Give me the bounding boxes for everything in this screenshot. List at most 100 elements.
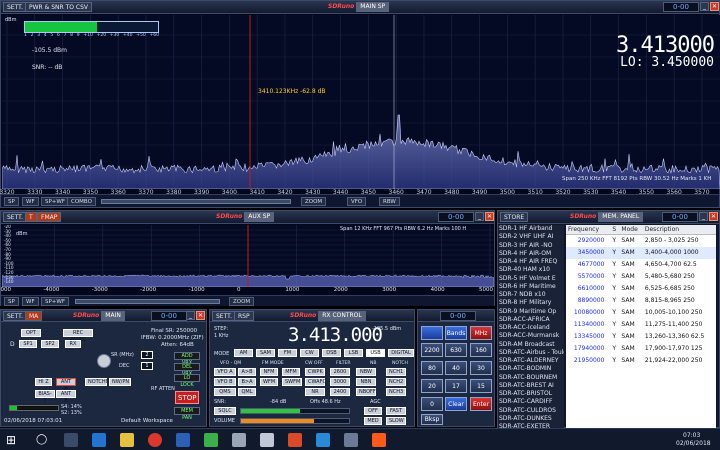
chrome-icon[interactable] bbox=[148, 433, 162, 447]
app-icon-1[interactable] bbox=[176, 433, 190, 447]
memory-bank-item[interactable]: SDR-8 HF Military bbox=[498, 299, 564, 307]
dec-value[interactable]: 1 bbox=[141, 362, 153, 370]
aux-sp-button[interactable]: SP bbox=[4, 297, 19, 306]
mode-button-digital[interactable]: DIGITAL bbox=[388, 349, 414, 357]
close-icon[interactable]: ✕ bbox=[709, 212, 718, 221]
app-icon-5[interactable] bbox=[288, 433, 302, 447]
mode-button-dsb[interactable]: DSB bbox=[322, 349, 341, 357]
keypad-key[interactable]: 0 bbox=[421, 397, 443, 411]
b-to-a-button[interactable]: B>A bbox=[238, 378, 256, 386]
rx-frequency-display[interactable]: 3.413.000 bbox=[288, 324, 383, 346]
mode-button-sam[interactable]: SAM bbox=[256, 349, 275, 357]
memory-bank-item[interactable]: SDR-4 HF AIR-OM bbox=[498, 250, 564, 258]
keypad-key[interactable]: 630 bbox=[445, 343, 467, 357]
agc-fast-button[interactable]: FAST bbox=[386, 407, 406, 415]
rsp-button[interactable]: RSP bbox=[234, 311, 254, 321]
memory-bank-item[interactable]: SDR-ACC-Murmansk bbox=[498, 332, 564, 340]
col-s[interactable]: S bbox=[610, 225, 620, 235]
keypad-key[interactable]: Clear bbox=[445, 397, 467, 411]
sp-wf-button[interactable]: SP+WF bbox=[41, 197, 70, 206]
keypad-key[interactable]: Bands bbox=[445, 326, 467, 340]
keypad-key[interactable]: 40 bbox=[445, 361, 467, 375]
col-mode[interactable]: Mode bbox=[619, 225, 643, 235]
table-row[interactable]: 3450000 Y SAM 3,400-4,000 1000 bbox=[566, 246, 716, 259]
memory-bank-item[interactable]: SDR-ATC-BREST AI bbox=[498, 382, 564, 390]
del-vrx-button[interactable]: DEL VRX bbox=[174, 363, 200, 377]
aux-wf-button[interactable]: WF bbox=[22, 297, 39, 306]
table-row[interactable]: 13345000 Y SAM 13,260-13,360 62.5 bbox=[566, 331, 716, 343]
keypad-key[interactable]: Enter bbox=[470, 397, 492, 411]
aux-spectrum-plot[interactable]: -20 -30 -40 -50 -60 -70 -80 -90 -100 -110 -120 -130… bbox=[2, 225, 494, 287]
sp1-button[interactable]: SP1 bbox=[19, 340, 37, 348]
filter-3000-button[interactable]: 3000 bbox=[330, 378, 350, 386]
nw-pn-button[interactable]: NW/PN bbox=[109, 378, 131, 386]
qms-button[interactable]: QMS bbox=[214, 388, 236, 396]
keypad-key[interactable]: 15 bbox=[470, 379, 492, 393]
rx-sett-button[interactable]: SETT. bbox=[212, 311, 237, 321]
keypad-key[interactable]: 17 bbox=[445, 379, 467, 393]
nfm-button[interactable]: NFM bbox=[260, 368, 278, 376]
vfo-a-button[interactable]: VFO A bbox=[214, 368, 236, 376]
ant-a-button[interactable]: ANT A bbox=[56, 378, 76, 392]
cwafc-button[interactable]: CWAFC bbox=[305, 378, 326, 386]
memory-bank-item[interactable]: SDR-ATC-ALDERNEY bbox=[498, 357, 564, 365]
app-icon-3[interactable] bbox=[232, 433, 246, 447]
ma-button[interactable]: MA bbox=[25, 311, 43, 321]
keypad-key[interactable]: 80 bbox=[421, 361, 443, 375]
mp-sett-button[interactable]: SETT. bbox=[3, 311, 28, 321]
memory-bank-item[interactable]: SDR-ATC-CULDROS bbox=[498, 407, 564, 415]
memory-bank-item[interactable]: SDR-40 HAM x10 bbox=[498, 266, 564, 274]
minimize-icon[interactable]: _ bbox=[186, 311, 195, 320]
memory-bank-item[interactable]: SDR-ACC-Iceland bbox=[498, 324, 564, 332]
nbn-button[interactable]: NBN bbox=[356, 378, 376, 386]
add-vrx-button[interactable]: ADD VRX bbox=[174, 352, 200, 366]
table-row[interactable]: 10080000 Y SAM 10,005-10,100 250 bbox=[566, 307, 716, 319]
sp-button[interactable]: SP bbox=[4, 197, 19, 206]
search-icon[interactable]: ◯ bbox=[36, 433, 50, 447]
edge-icon[interactable] bbox=[92, 433, 106, 447]
keypad-key[interactable]: 2200 bbox=[421, 343, 443, 357]
pwr-snr-csv-button[interactable]: PWR & SNR TO CSV bbox=[25, 2, 92, 12]
explorer-icon[interactable] bbox=[120, 433, 134, 447]
memory-table[interactable]: Frequency S Mode Description 2920000 Y SAM… bbox=[566, 225, 716, 429]
rec-panel-button[interactable]: REC PANEL bbox=[63, 329, 93, 343]
table-row[interactable]: 6610000 Y SAM 6,525-6,685 250 bbox=[566, 283, 716, 295]
memory-bank-item[interactable]: SDR-ATC-Airbus - Toulo bbox=[498, 349, 564, 357]
wfm-button[interactable]: WFM bbox=[260, 378, 278, 386]
aux-t-button[interactable]: T bbox=[25, 212, 37, 222]
memory-bank-item[interactable]: SDR-ATC-BODMIN bbox=[498, 365, 564, 373]
mem-pan-button[interactable]: MEM PAN bbox=[174, 407, 200, 421]
opt-button[interactable]: OPT bbox=[21, 329, 41, 337]
memory-bank-item[interactable]: SDR-ATC-CARDIFF bbox=[498, 398, 564, 406]
aux-zoom-label[interactable]: ZOOM bbox=[229, 297, 255, 306]
store-button[interactable]: STORE bbox=[500, 212, 529, 222]
close-icon[interactable]: ✕ bbox=[485, 212, 494, 221]
agc-slow-button[interactable]: SLOW bbox=[386, 417, 406, 425]
memory-bank-item[interactable]: SDR-ATC-BRISTOL bbox=[498, 390, 564, 398]
app-icon-7[interactable] bbox=[344, 433, 358, 447]
app-icon-6[interactable] bbox=[316, 433, 330, 447]
filter-2600-button[interactable]: 2600 bbox=[330, 368, 350, 376]
table-row[interactable]: 8890000 Y SAM 8,815-8,965 250 bbox=[566, 295, 716, 307]
table-row[interactable]: 4677000 Y SAM 4,650-4,700 62.5 bbox=[566, 259, 716, 271]
memory-bank-item[interactable]: SDR-7 NDB x10 bbox=[498, 291, 564, 299]
nch1-button[interactable]: NCH1 bbox=[386, 368, 406, 376]
aux-spwf-button[interactable]: SP+WF bbox=[41, 297, 70, 306]
rbw-button[interactable]: RBW bbox=[379, 197, 400, 206]
aux-scrollbar[interactable] bbox=[75, 299, 220, 304]
zoom-label[interactable]: ZOOM bbox=[301, 197, 327, 206]
keypad-key[interactable] bbox=[421, 326, 443, 340]
keypad-key[interactable]: 20 bbox=[421, 379, 443, 393]
memory-bank-list[interactable]: SDR-1 HF Airband SDR-2 VHF UHF AI SDR-3 HF… bbox=[498, 225, 564, 429]
rx-button[interactable]: RX bbox=[65, 340, 81, 348]
table-row[interactable]: 17940000 Y SAM 17,900-17,970 125 bbox=[566, 343, 716, 355]
memory-bank-item[interactable]: SDR-ACC-AFRICA bbox=[498, 316, 564, 324]
mode-button-cw[interactable]: CW bbox=[300, 349, 319, 357]
mode-button-fm[interactable]: FM bbox=[278, 349, 297, 357]
memory-bank-item[interactable]: SDR-6 HF Maritime bbox=[498, 283, 564, 291]
bksp-key[interactable]: Bksp bbox=[421, 414, 443, 425]
memory-bank-item[interactable]: SDR-ATC-BOURNEM bbox=[498, 374, 564, 382]
close-icon[interactable]: ✕ bbox=[196, 311, 205, 320]
col-frequency[interactable]: Frequency bbox=[566, 225, 611, 235]
memory-bank-item[interactable]: SDR-AM Broadcast bbox=[498, 341, 564, 349]
